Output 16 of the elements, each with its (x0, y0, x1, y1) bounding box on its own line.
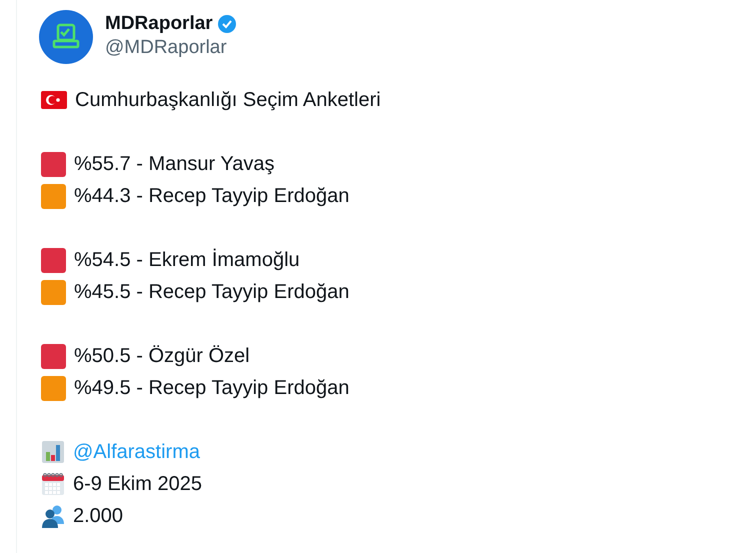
calendar-icon (41, 472, 65, 496)
poll-result: %55.7 - Mansur Yavaş (74, 152, 274, 177)
author-name[interactable]: MDRaporlar (105, 12, 213, 36)
poll-result: %44.3 - Recep Tayyip Erdoğan (74, 184, 350, 209)
author-handle[interactable]: @MDRaporlar (105, 36, 237, 60)
poll-result: %49.5 - Recep Tayyip Erdoğan (74, 376, 350, 401)
flag-icon (41, 91, 67, 109)
poll-result: %54.5 - Ekrem İmamoğlu (74, 248, 300, 273)
avatar-icon[interactable] (39, 10, 93, 64)
people-icon (41, 504, 65, 528)
sample-size: 2.000 (73, 504, 124, 529)
post-title: Cumhurbaşkanlığı Seçim Anketleri (75, 88, 381, 113)
bar-chart-icon (41, 440, 65, 464)
poll-result: %50.5 - Özgür Özel (74, 344, 250, 369)
date-text: 6-9 Ekim 2025 (73, 472, 202, 497)
poll-result: %45.5 - Recep Tayyip Erdoğan (74, 280, 350, 305)
